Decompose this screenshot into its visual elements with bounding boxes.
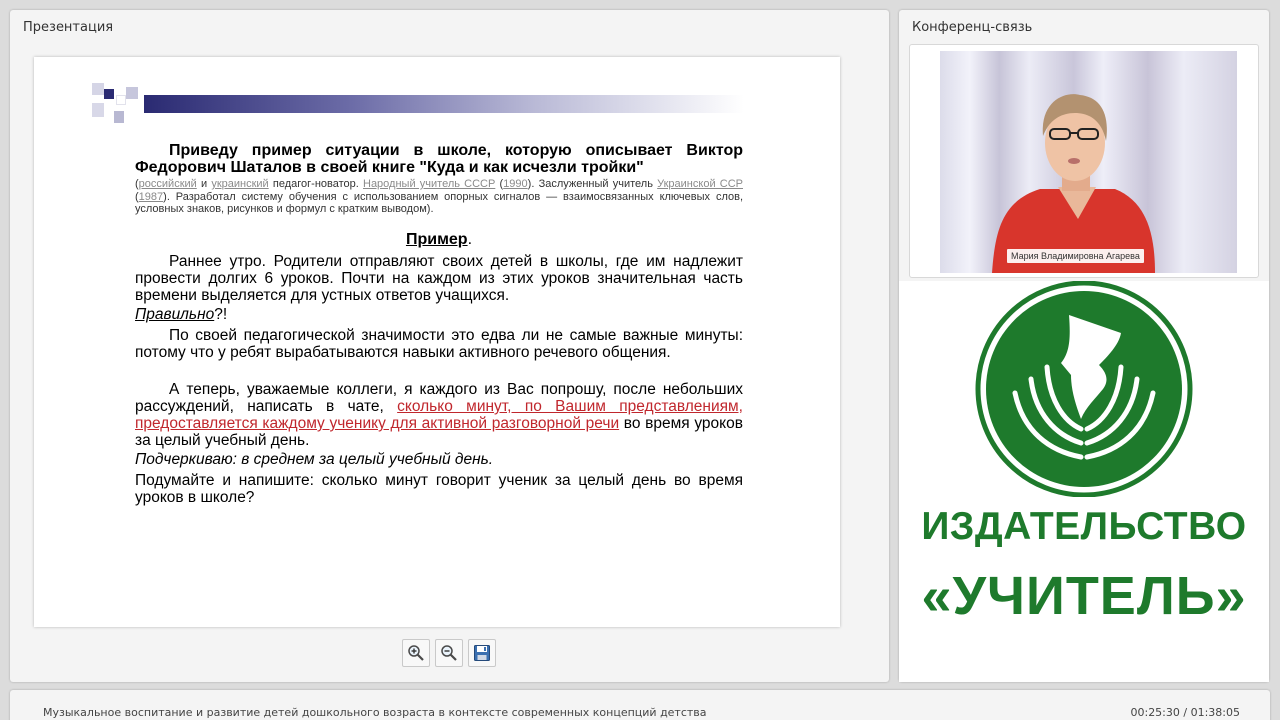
publisher-logo-area: ИЗДАТЕЛЬСТВО «УЧИТЕЛЬ» [899, 281, 1269, 682]
zoom-in-icon [408, 645, 424, 661]
bottom-bar: Музыкальное воспитание и развитие детей … [10, 690, 1270, 720]
slide-bio: (российский и украинский педагог-новатор… [135, 178, 743, 215]
logo-line-1: ИЗДАТЕЛЬСТВО [921, 505, 1247, 548]
zoom-out-button[interactable] [435, 639, 463, 667]
slide: Приведу пример ситуации в школе, которую… [34, 57, 840, 627]
logo-line-2: «УЧИТЕЛЬ» [921, 566, 1247, 626]
save-icon [474, 645, 490, 661]
slide-heading: Приведу пример ситуации в школе, которую… [135, 142, 743, 176]
presentation-panel: Презентация Приведу пример ситуации в шк… [10, 10, 889, 682]
video-frame: Мария Владимировна Агарева [909, 44, 1259, 278]
speaker-name-tag: Мария Владимировна Агарева [1007, 249, 1144, 263]
presentation-panel-title: Презентация [23, 20, 114, 35]
link-ukrainian[interactable]: украинский [211, 178, 268, 190]
conference-panel: Конференц-связь Мария Владимировна Агаре… [899, 10, 1269, 682]
link-1987[interactable]: 1987 [139, 191, 163, 203]
course-title: Музыкальное воспитание и развитие детей … [43, 706, 707, 719]
publisher-logo-icon [975, 281, 1193, 497]
paragraph-6: Подумайте и напишите: сколько минут гово… [135, 472, 743, 506]
paragraph-4: А теперь, уважаемые коллеги, я каждого и… [135, 381, 743, 449]
link-people-teacher[interactable]: Народный учитель СССР [363, 178, 495, 190]
save-button[interactable] [468, 639, 496, 667]
example-header: Пример. [405, 231, 473, 248]
zoom-in-button[interactable] [402, 639, 430, 667]
link-ukrainian-ssr[interactable]: Украинской ССР [657, 178, 743, 190]
link-russian[interactable]: российский [139, 178, 197, 190]
link-1990[interactable]: 1990 [503, 178, 527, 190]
conference-panel-title: Конференц-связь [912, 20, 1033, 35]
zoom-out-icon [441, 645, 457, 661]
paragraph-5: Подчеркиваю: в среднем за целый учебный … [135, 451, 494, 468]
speaker-video[interactable]: Мария Владимировна Агарева [940, 51, 1237, 273]
paragraph-2: Правильно?! [135, 306, 228, 323]
speaker-figure [992, 94, 1155, 273]
paragraph-3: По своей педагогической значимости это е… [135, 327, 743, 361]
playback-time: 00:25:30 / 01:38:05 [1130, 706, 1240, 719]
paragraph-1: Раннее утро. Родители отправляют своих д… [135, 253, 743, 304]
